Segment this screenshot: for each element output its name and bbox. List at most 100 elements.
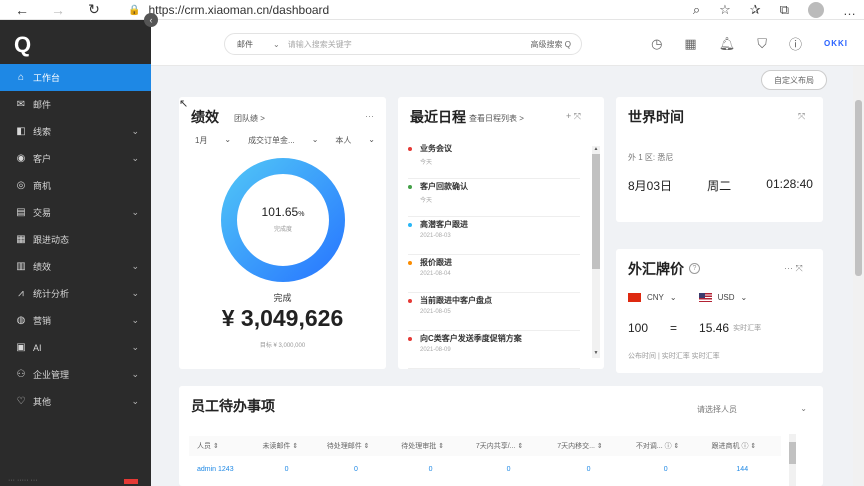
chevron-down-icon[interactable]: ⌄: [131, 207, 139, 218]
column-header[interactable]: 不对调... ⓘ ⇕: [627, 436, 704, 456]
world-time-display: 8月03日 周二 01:28:40: [628, 177, 813, 194]
browser-menu-icon[interactable]: …: [843, 3, 856, 18]
sidebar-item[interactable]: ◎ 商机: [0, 172, 151, 199]
column-header[interactable]: 未读邮件 ⇕: [254, 436, 319, 456]
scroll-down-icon[interactable]: ▼: [592, 350, 600, 358]
sidebar-item[interactable]: ♡ 其他 ⌄: [0, 388, 151, 415]
search-scope-select[interactable]: 邮件: [225, 39, 273, 50]
column-header[interactable]: 人员 ⇕: [189, 436, 255, 456]
column-header[interactable]: 7天内共享/... ⇕: [467, 436, 550, 456]
scroll-thumb[interactable]: [855, 100, 862, 276]
chevron-down-icon[interactable]: ⌄: [312, 135, 319, 146]
schedule-item[interactable]: 向C类客户发送季度促销方案 2021-08-09: [408, 331, 580, 369]
favorite-icon[interactable]: ☆: [719, 2, 731, 18]
favorites-bar-icon[interactable]: ✰: [750, 2, 761, 18]
collapse-sidebar-icon[interactable]: ‹: [144, 13, 158, 27]
from-currency-select[interactable]: CNY: [647, 293, 664, 302]
chevron-down-icon[interactable]: ⌄: [224, 135, 231, 146]
column-header[interactable]: 7天内移交... ⇕: [549, 436, 628, 456]
schedule-item[interactable]: 客户回款确认 今天: [408, 179, 580, 217]
reload-icon[interactable]: ↻: [84, 0, 104, 20]
count-link[interactable]: 0: [628, 456, 704, 482]
chevron-down-icon[interactable]: ⌄: [800, 404, 807, 415]
performance-filters: 1月 ⌄ 成交订单金... ⌄ 本人 ⌄: [195, 135, 375, 146]
count-link[interactable]: 144: [704, 456, 781, 482]
forward-icon[interactable]: →: [48, 0, 68, 20]
sidebar-item[interactable]: ◧ 线索 ⌄: [0, 118, 151, 145]
schedule-item[interactable]: 业务会议 今天: [408, 141, 580, 179]
sidebar-item[interactable]: ⚇ 企业管理 ⌄: [0, 361, 151, 388]
schedule-item[interactable]: 高潜客户跟进 2021-08-03: [408, 217, 580, 255]
chevron-down-icon[interactable]: ⌄: [131, 396, 139, 407]
count-link[interactable]: 0: [254, 456, 318, 482]
count-link[interactable]: 0: [393, 456, 468, 482]
schedule-item[interactable]: 当前跟进中客户盘点 2021-08-05: [408, 293, 580, 331]
chevron-down-icon[interactable]: ⌄: [273, 40, 280, 49]
expand-icon[interactable]: ⤧: [798, 111, 805, 122]
scroll-up-icon[interactable]: ▲: [592, 146, 600, 154]
profile-avatar-icon[interactable]: [808, 2, 824, 18]
chevron-down-icon[interactable]: ⌄: [740, 293, 747, 302]
timezone-label[interactable]: 外 1 区: 悉尼: [628, 152, 673, 163]
zoom-icon[interactable]: ⌕: [693, 2, 700, 18]
clock-icon[interactable]: ◷: [651, 36, 662, 52]
help-icon[interactable]: ?: [689, 263, 700, 274]
count-link[interactable]: 0: [319, 456, 394, 482]
collections-icon[interactable]: ⧉: [780, 2, 789, 18]
logo-icon[interactable]: Q: [14, 32, 31, 58]
page-scrollbar[interactable]: [853, 66, 864, 486]
more-expand-icons[interactable]: ··· ⤧: [784, 263, 803, 274]
chevron-down-icon[interactable]: ⌄: [670, 293, 677, 302]
scroll-thumb[interactable]: [789, 442, 796, 464]
to-currency-select[interactable]: USD: [718, 293, 735, 302]
schedule-list-link[interactable]: 查看日程列表 >: [469, 113, 524, 124]
sidebar-item[interactable]: ▤ 交易 ⌄: [0, 199, 151, 226]
todo-table: 人员 ⇕ 未读邮件 ⇕ 待处理邮件 ⇕ 待处理审批 ⇕ 7天内共享/... ⇕ 7天内移交…: [189, 436, 781, 482]
team-performance-link[interactable]: 团队绩 >: [234, 113, 265, 124]
sidebar-item[interactable]: ▥ 绩效 ⌄: [0, 253, 151, 280]
chevron-down-icon[interactable]: ⌄: [131, 153, 139, 164]
more-icon[interactable]: ···: [365, 111, 374, 121]
amount-input[interactable]: 100: [628, 321, 648, 335]
schedule-item[interactable]: 报价跟进 2021-08-04: [408, 255, 580, 293]
sidebar-item[interactable]: ◉ 客户 ⌄: [0, 145, 151, 172]
sidebar-item[interactable]: ⌂ 工作台: [0, 64, 151, 91]
global-search[interactable]: 邮件 ⌄ 请输入搜索关键字 高级搜索 Q: [224, 33, 582, 55]
chevron-down-icon[interactable]: ⌄: [131, 342, 139, 353]
chevron-down-icon[interactable]: ⌄: [131, 315, 139, 326]
bell-icon[interactable]: 🔔︎: [719, 36, 736, 52]
sidebar-item-label: 统计分析: [33, 289, 70, 299]
sidebar-item[interactable]: ▣ AI ⌄: [0, 334, 151, 361]
sidebar-item[interactable]: ◍ 营销 ⌄: [0, 307, 151, 334]
column-header[interactable]: 待处理审批 ⇕: [393, 436, 468, 456]
count-link[interactable]: 0: [549, 456, 628, 482]
staff-name-link[interactable]: admin 1243: [189, 456, 254, 482]
chevron-down-icon[interactable]: ⌄: [131, 369, 139, 380]
customize-layout-button[interactable]: 自定义布局: [761, 70, 827, 90]
chevron-down-icon[interactable]: ⌄: [131, 126, 139, 137]
sidebar-item[interactable]: ⩘ 统计分析 ⌄: [0, 280, 151, 307]
shield-icon[interactable]: ⛉: [757, 36, 767, 52]
staff-select[interactable]: 请选择人员 ⌄: [697, 404, 807, 415]
chevron-down-icon[interactable]: ⌄: [368, 135, 375, 146]
help-icon[interactable]: ⓘ: [789, 34, 802, 53]
scope-select[interactable]: 本人: [335, 135, 351, 146]
address-bar[interactable]: 🔒 https://crm.xiaoman.cn/dashboard: [128, 0, 329, 20]
calendar-icon[interactable]: ▦: [684, 36, 696, 52]
sidebar-item[interactable]: ▦ 跟进动态: [0, 226, 151, 253]
metric-select[interactable]: 成交订单金...: [248, 135, 295, 146]
todo-scrollbar[interactable]: [789, 434, 796, 486]
count-link[interactable]: 0: [468, 456, 549, 482]
chevron-down-icon[interactable]: ⌄: [131, 261, 139, 272]
sidebar-item[interactable]: ✉ 邮件: [0, 91, 151, 118]
add-expand-icons[interactable]: + ⤧: [566, 111, 581, 122]
search-input[interactable]: 请输入搜索关键字: [288, 39, 531, 50]
month-select[interactable]: 1月: [195, 135, 207, 146]
advanced-search-button[interactable]: 高级搜索 Q: [531, 39, 571, 50]
chevron-down-icon[interactable]: ⌄: [131, 288, 139, 299]
schedule-scrollbar[interactable]: ▲ ▼: [592, 146, 600, 358]
back-icon[interactable]: ←: [12, 0, 32, 20]
column-header[interactable]: 跟进商机 ⓘ ⇕: [703, 436, 781, 456]
column-header[interactable]: 待处理邮件 ⇕: [318, 436, 394, 456]
scroll-thumb[interactable]: [592, 154, 600, 269]
